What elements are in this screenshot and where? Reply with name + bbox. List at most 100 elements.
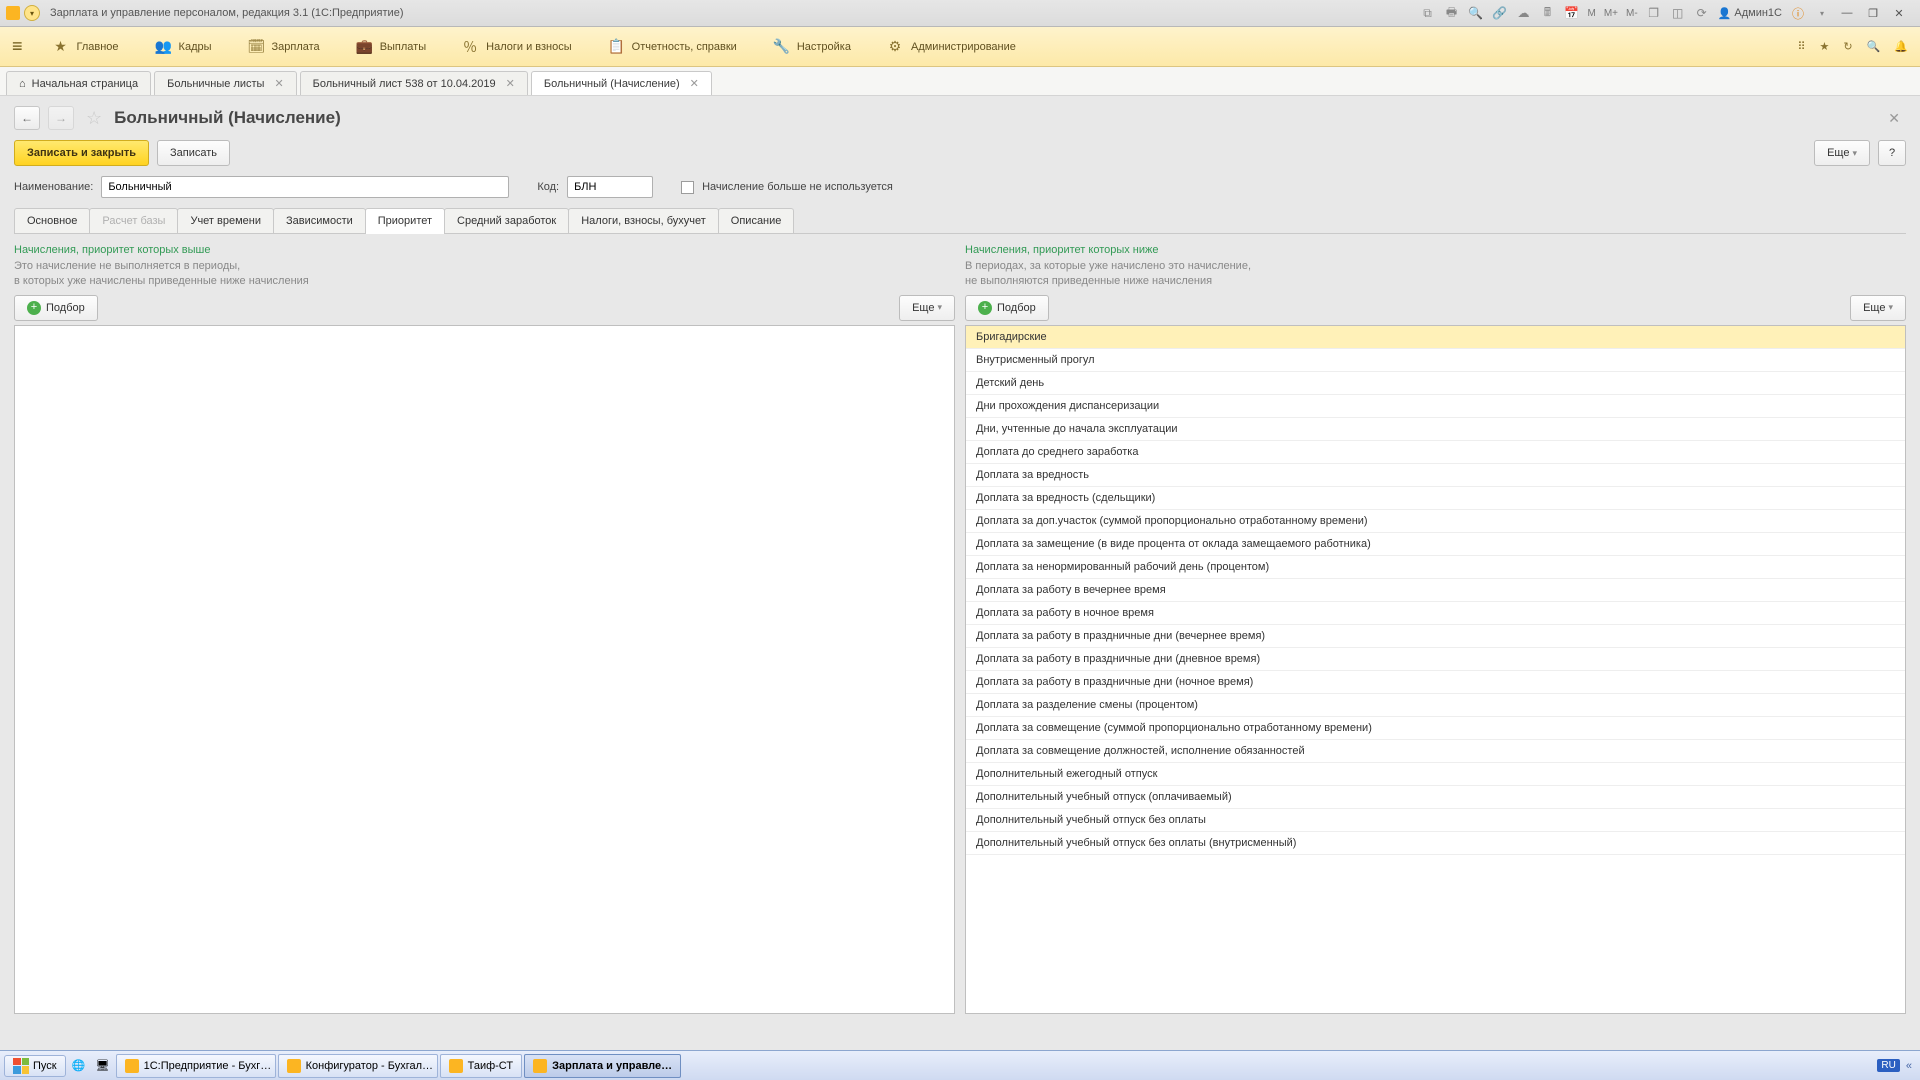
higher-priority-list[interactable] [14, 325, 955, 1014]
panel-more-button[interactable]: Еще [1850, 295, 1906, 321]
podbor-button[interactable]: + Подбор [14, 295, 98, 321]
list-item[interactable]: Доплата за совмещение должностей, исполн… [966, 740, 1905, 763]
name-input[interactable] [101, 176, 509, 198]
search-small-icon[interactable]: 🔍 [1468, 5, 1484, 21]
name-label: Наименование: [14, 181, 93, 193]
main-menu-item[interactable]: 📋Отчетность, справки [590, 27, 755, 66]
panel-toggle-icon[interactable]: ◫ [1670, 5, 1686, 21]
list-item[interactable]: Дополнительный учебный отпуск без оплаты [966, 809, 1905, 832]
language-indicator[interactable]: RU [1877, 1059, 1899, 1072]
notifications-icon[interactable]: 🔔 [1894, 40, 1908, 53]
save-button[interactable]: Записать [157, 140, 230, 166]
inner-tab[interactable]: Описание [718, 208, 795, 233]
main-menu-item[interactable]: ％Налоги и взносы [444, 27, 590, 66]
podbor-button[interactable]: + Подбор [965, 295, 1049, 321]
list-item[interactable]: Доплата за работу в праздничные дни (ноч… [966, 671, 1905, 694]
close-button[interactable]: ✕ [1890, 6, 1908, 20]
inner-tab[interactable]: Налоги, взносы, бухучет [568, 208, 719, 233]
favorite-toggle-icon[interactable]: ☆ [86, 108, 102, 129]
favorite-icon[interactable]: ★ [1820, 40, 1830, 53]
list-item[interactable]: Доплата за разделение смены (процентом) [966, 694, 1905, 717]
maximize-button[interactable]: ❐ [1864, 6, 1882, 20]
list-item[interactable]: Доплата за ненормированный рабочий день … [966, 556, 1905, 579]
list-item[interactable]: Доплата за вредность [966, 464, 1905, 487]
cloud-icon[interactable]: ☁ [1516, 5, 1532, 21]
tab-close-icon[interactable]: ✕ [274, 77, 283, 90]
list-item[interactable]: Доплата за работу в праздничные дни (веч… [966, 625, 1905, 648]
inner-tab[interactable]: Основное [14, 208, 90, 233]
start-button[interactable]: Пуск [4, 1055, 66, 1077]
list-item[interactable]: Дополнительный учебный отпуск без оплаты… [966, 832, 1905, 855]
inner-tab[interactable]: Приоритет [365, 208, 445, 233]
panel-more-button[interactable]: Еще [899, 295, 955, 321]
list-item[interactable]: Доплата за замещение (в виде процента от… [966, 533, 1905, 556]
m-plus-indicator[interactable]: M+ [1604, 8, 1618, 19]
document-tab[interactable]: ⌂Начальная страница [6, 71, 151, 95]
current-user[interactable]: 👤 Админ1С [1718, 7, 1782, 20]
history-icon[interactable]: ↻ [1843, 40, 1852, 53]
list-item[interactable]: Доплата за совмещение (суммой пропорцион… [966, 717, 1905, 740]
toolbar-icon[interactable]: ⧉ [1420, 5, 1436, 21]
list-item[interactable]: Доплата за доп.участок (суммой пропорцио… [966, 510, 1905, 533]
tab-close-icon[interactable]: ✕ [506, 77, 515, 90]
desktop-quicklaunch-icon[interactable]: 🖥 [92, 1055, 114, 1077]
info-dropdown-icon[interactable]: ▾ [1814, 5, 1830, 21]
taskbar-task[interactable]: Конфигуратор - Бухгал… [278, 1054, 438, 1078]
list-item[interactable]: Внутрисменный прогул [966, 349, 1905, 372]
main-menu-item[interactable]: 👥Кадры [137, 27, 230, 66]
taskbar-task[interactable]: 1С:Предприятие - Бухг… [116, 1054, 276, 1078]
taskbar-task[interactable]: Зарплата и управле… [524, 1054, 681, 1078]
list-item[interactable]: Доплата до среднего заработка [966, 441, 1905, 464]
nav-back-button[interactable]: ← [14, 106, 40, 130]
main-menu-item[interactable]: ★Главное [35, 27, 137, 66]
calc-icon[interactable]: 🖩 [1540, 5, 1556, 21]
minimize-button[interactable]: — [1838, 6, 1856, 20]
link-icon[interactable]: 🔗 [1492, 5, 1508, 21]
unused-checkbox[interactable] [681, 181, 694, 194]
tab-close-icon[interactable]: ✕ [690, 77, 699, 90]
print-icon[interactable]: 🖶 [1444, 5, 1460, 21]
help-button[interactable]: ? [1878, 140, 1906, 166]
document-tab[interactable]: Больничные листы✕ [154, 71, 297, 95]
tray-expand-icon[interactable]: « [1906, 1060, 1912, 1072]
apps-grid-icon[interactable]: ⠿ [1797, 40, 1805, 53]
document-tab[interactable]: Больничный (Начисление)✕ [531, 71, 712, 95]
window-list-icon[interactable]: ❐ [1646, 5, 1662, 21]
main-menu-item[interactable]: 🗓Зарплата [230, 27, 338, 66]
ie-quicklaunch-icon[interactable]: 🌐 [68, 1055, 90, 1077]
system-tray: RU « [1877, 1059, 1916, 1072]
list-item[interactable]: Доплата за работу в ночное время [966, 602, 1905, 625]
list-item[interactable]: Дополнительный учебный отпуск (оплачивае… [966, 786, 1905, 809]
main-menu-item[interactable]: ⚙Администрирование [869, 27, 1034, 66]
taskbar-task[interactable]: Таиф-СТ [440, 1054, 523, 1078]
list-item[interactable]: Дополнительный ежегодный отпуск [966, 763, 1905, 786]
app-menu-dropdown[interactable]: ▾ [24, 5, 40, 21]
list-item[interactable]: Дни, учтенные до начала эксплуатации [966, 418, 1905, 441]
list-item[interactable]: Детский день [966, 372, 1905, 395]
burger-menu-icon[interactable]: ≡ [12, 36, 23, 57]
m-indicator[interactable]: M [1588, 8, 1596, 19]
info-icon[interactable]: ⓘ [1790, 5, 1806, 21]
main-menu-item[interactable]: 💼Выплаты [338, 27, 444, 66]
calendar-icon[interactable]: 📅 [1564, 5, 1580, 21]
list-item[interactable]: Дни прохождения диспансеризации [966, 395, 1905, 418]
m-minus-indicator[interactable]: M- [1626, 8, 1638, 19]
inner-tab[interactable]: Учет времени [177, 208, 274, 233]
inner-tab[interactable]: Расчет базы [89, 208, 178, 233]
close-page-button[interactable]: ✕ [1888, 110, 1900, 127]
more-button[interactable]: Еще [1814, 140, 1870, 166]
save-and-close-button[interactable]: Записать и закрыть [14, 140, 149, 166]
code-input[interactable] [567, 176, 653, 198]
refresh-icon[interactable]: ⟳ [1694, 5, 1710, 21]
lower-priority-list[interactable]: БригадирскиеВнутрисменный прогулДетский … [965, 325, 1906, 1014]
main-menu-item[interactable]: 🔧Настройка [755, 27, 869, 66]
list-item[interactable]: Доплата за вредность (сдельщики) [966, 487, 1905, 510]
nav-forward-button[interactable]: → [48, 106, 74, 130]
list-item[interactable]: Доплата за работу в праздничные дни (дне… [966, 648, 1905, 671]
inner-tab[interactable]: Средний заработок [444, 208, 569, 233]
search-icon[interactable]: 🔍 [1867, 40, 1881, 53]
document-tab[interactable]: Больничный лист 538 от 10.04.2019✕ [300, 71, 528, 95]
list-item[interactable]: Доплата за работу в вечернее время [966, 579, 1905, 602]
inner-tab[interactable]: Зависимости [273, 208, 366, 233]
list-item[interactable]: Бригадирские [966, 326, 1905, 349]
